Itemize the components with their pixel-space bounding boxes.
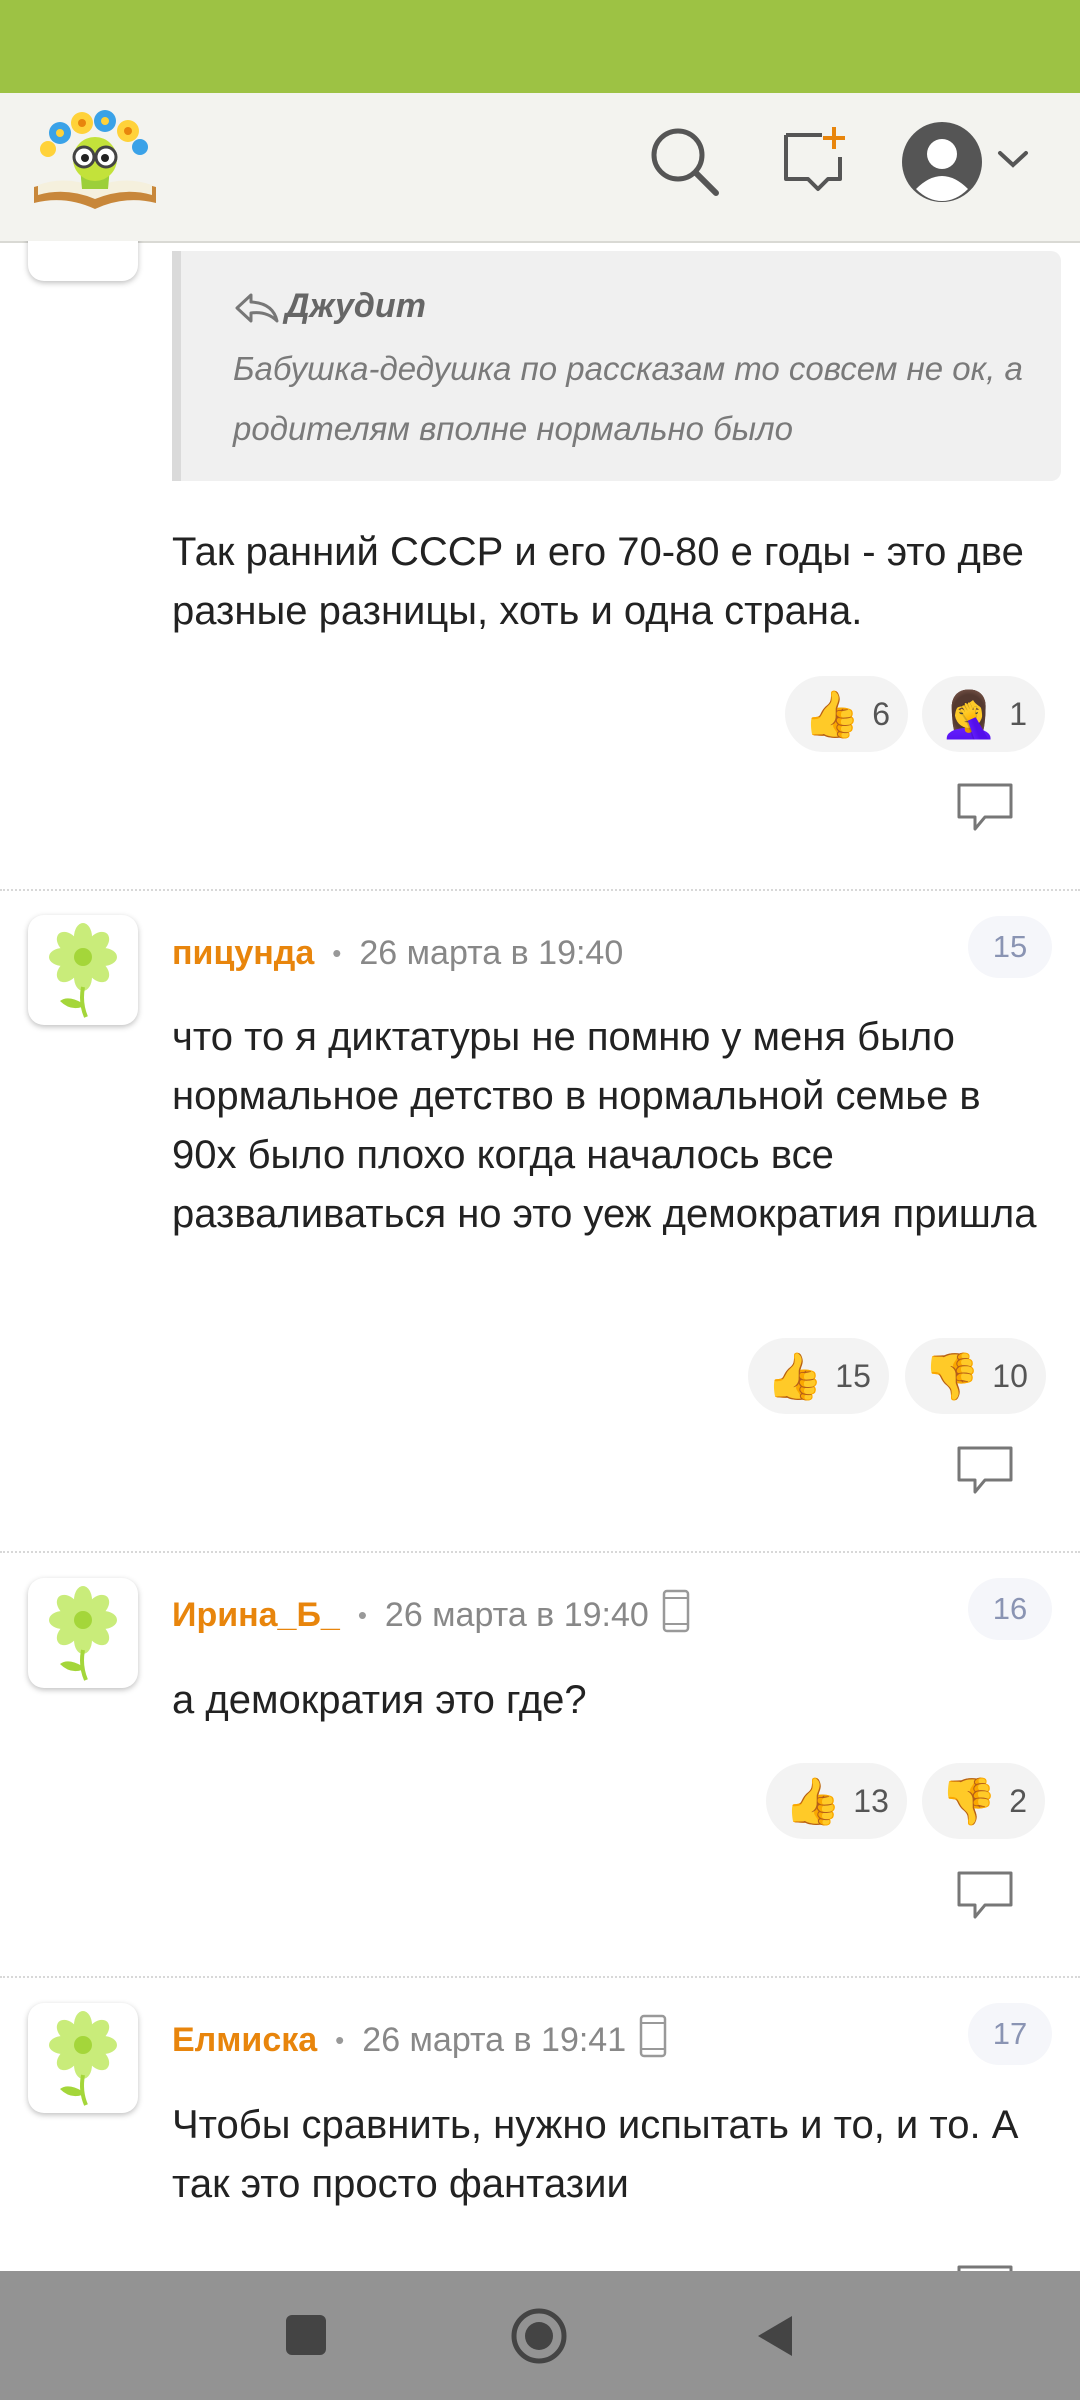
chevron-down-icon: [998, 151, 1028, 168]
comment-date[interactable]: 26 марта в 19:41: [362, 2021, 626, 2060]
quoted-comment[interactable]: Джудит Бабушка-дедушка по рассказам то с…: [172, 251, 1061, 481]
separator-dot: •: [335, 2024, 345, 2055]
profile-icon: [902, 122, 982, 202]
comment-meta: пицунда • 26 марта в 19:40: [172, 929, 623, 977]
reply-icon[interactable]: [955, 2263, 1015, 2271]
quote-text: Бабушка-дедушка по рассказам то совсем н…: [233, 350, 1023, 447]
username[interactable]: пицунда: [172, 934, 314, 973]
flower-avatar-icon: [49, 923, 117, 1018]
thumbs-down-icon: 👎: [940, 1775, 998, 1827]
app-header: [0, 93, 1080, 243]
search-icon[interactable]: [646, 123, 722, 204]
like-reaction[interactable]: 👍 6: [785, 676, 909, 752]
system-nav-bar: [0, 2271, 1080, 2400]
avatar[interactable]: [28, 1578, 138, 1688]
comment-text: Чтобы сравнить, нужно испытать и то, и т…: [172, 2103, 1019, 2206]
facepalm-icon: 🤦‍♀️: [940, 688, 998, 740]
dislike-reaction[interactable]: 👎 2: [922, 1763, 1046, 1839]
logo-icon[interactable]: [30, 107, 160, 215]
thumbs-up-icon: 👍: [803, 688, 861, 740]
avatar[interactable]: [28, 915, 138, 1025]
reaction-count: 2: [1009, 1782, 1028, 1819]
status-bar: [0, 0, 1080, 93]
like-reaction[interactable]: 👍 15: [748, 1338, 889, 1414]
reply-icon[interactable]: [955, 1869, 1015, 1925]
comment-date[interactable]: 26 марта в 19:40: [359, 934, 623, 973]
comment-number[interactable]: 17: [968, 2003, 1052, 2065]
avatar[interactable]: [28, 241, 138, 281]
facepalm-reaction[interactable]: 🤦‍♀️ 1: [922, 676, 1046, 752]
comments-feed: Джудит Бабушка-дедушка по рассказам то с…: [0, 241, 1080, 2271]
divider: [0, 1976, 1080, 1978]
phone-icon: [638, 2013, 668, 2068]
comment-number[interactable]: 16: [968, 1578, 1052, 1640]
reaction-count: 6: [872, 695, 891, 732]
thumbs-up-icon: 👍: [766, 1350, 824, 1402]
reaction-count: 15: [835, 1357, 871, 1394]
divider: [0, 1551, 1080, 1553]
profile-menu[interactable]: [900, 119, 1040, 205]
comment-meta: Ирина_Б_ • 26 марта в 19:40: [172, 1589, 691, 1639]
separator-dot: •: [332, 937, 342, 968]
recent-apps-button[interactable]: [286, 2315, 326, 2355]
comment-text: Так ранний СССР и его 70-80 е годы - это…: [172, 530, 1024, 633]
quote-author: Джудит: [285, 287, 426, 325]
comment-text: что то я диктатуры не помню у меня было …: [172, 1015, 1037, 1236]
dislike-reaction[interactable]: 👎 10: [905, 1338, 1046, 1414]
reply-icon[interactable]: [955, 1444, 1015, 1500]
like-reaction[interactable]: 👍 13: [766, 1763, 907, 1839]
phone-icon: [661, 1588, 691, 1643]
reply-icon[interactable]: [955, 781, 1015, 837]
reaction-count: 1: [1009, 695, 1028, 732]
comment-meta: Елмиска • 26 марта в 19:41: [172, 2014, 668, 2064]
username[interactable]: Ирина_Б_: [172, 1596, 340, 1635]
comment-number[interactable]: 15: [968, 916, 1052, 978]
separator-dot: •: [357, 1599, 367, 1630]
avatar[interactable]: [28, 2003, 138, 2113]
divider: [0, 889, 1080, 891]
flower-avatar-icon: [49, 2011, 117, 2106]
reaction-count: 13: [853, 1782, 889, 1819]
home-button[interactable]: [510, 2307, 568, 2370]
thumbs-up-icon: 👍: [784, 1775, 842, 1827]
username[interactable]: Елмиска: [172, 2021, 317, 2060]
reaction-count: 10: [992, 1357, 1028, 1394]
back-button[interactable]: [754, 2313, 796, 2364]
new-post-icon[interactable]: [778, 123, 854, 204]
comment-text: а демократия это где?: [172, 1678, 587, 1722]
thumbs-down-icon: 👎: [923, 1350, 981, 1402]
flower-avatar-icon: [49, 1586, 117, 1681]
comment-date[interactable]: 26 марта в 19:40: [385, 1596, 649, 1635]
